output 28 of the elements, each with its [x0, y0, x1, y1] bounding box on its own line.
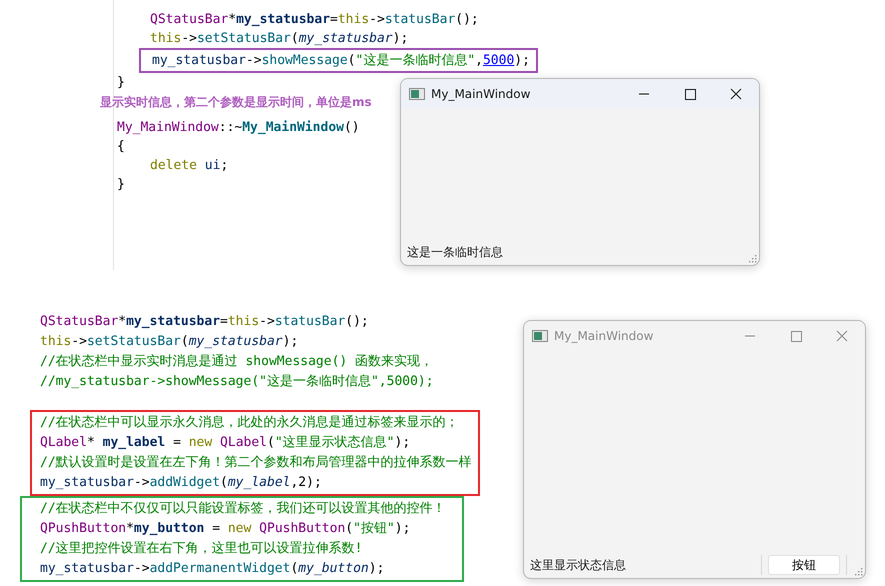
code-line: //在状态栏中不仅仅可以只能设置标签，我们还可以设置其他的控件！ [40, 500, 446, 518]
code-line: QStatusBar*my_statusbar=this->statusBar(); [149, 11, 479, 29]
window-title: My_MainWindow [431, 87, 530, 101]
code-line: //在状态栏中可以显示永久消息，此处的永久消息是通过标签来显示的； [40, 414, 459, 432]
code-line: QStatusBar*my_statusbar=this->statusBar(); [40, 313, 369, 331]
code-line: //这里把控件设置在右下角，这里也可以设置拉伸系数! [40, 540, 362, 558]
code-line: My_MainWindow::~My_MainWindow() [117, 119, 360, 137]
code-line: { [117, 138, 125, 156]
annotation-text: 显示实时信息，第二个参数是显示时间，单位是ms [100, 94, 372, 111]
code-line: this->setStatusBar(my_statusbar); [40, 333, 298, 351]
code-line: QLabel* my_label = new QLabel("这里显示状态信息"); [40, 434, 410, 452]
window-icon [409, 88, 425, 100]
status-message: 这里显示状态信息 [530, 556, 626, 574]
code-line: //在状态栏中显示实时消息是通过 showMessage() 函数来实现， [40, 353, 434, 371]
code-line: my_statusbar->addPermanentWidget(my_button); [40, 560, 384, 578]
status-message: 这是一条临时信息 [407, 244, 503, 260]
code-line: } [117, 74, 125, 92]
code-line: QPushButton*my_button = new QPushButton("按钮"); [40, 520, 410, 538]
window-title: My_MainWindow [554, 329, 654, 343]
window-icon [532, 330, 548, 342]
code-line: my_statusbar->showMessage("这是一条临时信息",5000); [151, 52, 530, 70]
size-grip-icon[interactable] [747, 253, 757, 263]
code-line: this->setStatusBar(my_statusbar); [149, 30, 408, 48]
code-line: my_statusbar->addWidget(my_label,2); [40, 474, 322, 492]
code-line: //my_statusbar->showMessage("这是一条临时信息",5000); [40, 373, 434, 391]
code-line: //默认设置时是设置在左下角！第二个参数和布局管理器中的拉伸系数一样 [40, 454, 472, 472]
code-line: } [117, 176, 125, 194]
code-line: delete ui; [149, 157, 228, 175]
